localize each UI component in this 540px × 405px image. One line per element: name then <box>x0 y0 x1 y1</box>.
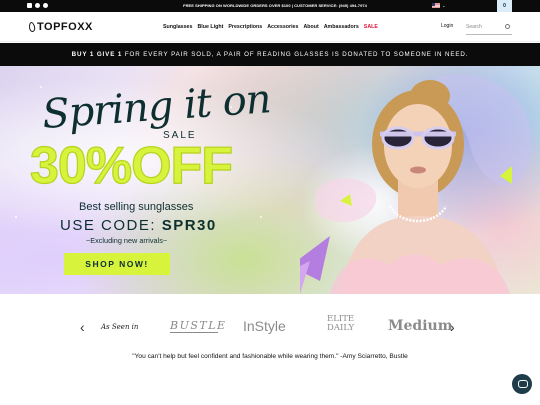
press-quote: "You can't help but feel confident and f… <box>132 353 408 360</box>
us-flag-icon <box>432 3 440 8</box>
nav-item-sunglasses[interactable]: Sunglasses <box>163 24 192 30</box>
fox-logo-icon <box>28 21 36 33</box>
hero-subhead: Best selling sunglasses <box>79 201 194 213</box>
chevron-left-icon[interactable]: ‹ <box>80 319 85 335</box>
login-link[interactable]: Login <box>441 23 453 29</box>
logo[interactable]: TOPFOXX <box>28 21 93 33</box>
hero-exclusion: ~Excluding new arrivals~ <box>86 236 168 245</box>
nav-item-prescriptions[interactable]: Prescriptions <box>228 24 262 30</box>
promo-bar: BUY 1 GIVE 1 FOR EVERY PAIR SOLD, A PAIR… <box>0 43 540 66</box>
instagram-icon[interactable] <box>43 3 48 8</box>
main-nav: TOPFOXX Sunglasses Blue Light Prescripti… <box>0 12 540 42</box>
chevron-right-icon[interactable]: › <box>450 319 455 335</box>
sparkle <box>260 216 262 218</box>
promo-lead: BUY 1 GIVE 1 <box>71 51 123 58</box>
promo-code-value: SPR30 <box>161 217 217 234</box>
announcement-bar: FREE SHIPPING ON WORLDWIDE ORDERS OVER $… <box>0 0 540 12</box>
pinterest-icon[interactable] <box>35 3 40 8</box>
shop-now-button[interactable]: SHOP NOW! <box>64 253 170 275</box>
shipping-message: FREE SHIPPING ON WORLDWIDE ORDERS OVER $… <box>183 3 367 8</box>
nav-menu: Sunglasses Blue Light Prescriptions Acce… <box>163 24 378 30</box>
press-section: ‹ As Seen in BUSTLE InStyle ELITE DAILY M… <box>0 294 540 405</box>
nav-item-about[interactable]: About <box>303 24 318 30</box>
search-placeholder: Search <box>466 24 482 30</box>
press-logo-bustle[interactable]: BUSTLE <box>170 319 227 332</box>
as-seen-in-label: As Seen in <box>101 323 139 331</box>
nav-item-ambassadors[interactable]: Ambassadors <box>324 24 359 30</box>
search-icon[interactable] <box>505 24 510 29</box>
nav-item-blue-light[interactable]: Blue Light <box>197 24 223 30</box>
press-logo-elite-daily[interactable]: ELITE DAILY <box>327 315 354 333</box>
hero-headline: Spring it on <box>40 76 272 138</box>
search-input[interactable]: Search <box>466 21 512 35</box>
hero-banner[interactable]: Spring it on SALE 30%OFF Best selling su… <box>0 66 540 294</box>
nav-item-sale[interactable]: SALE <box>364 24 378 30</box>
sparkle <box>40 86 42 88</box>
facebook-icon[interactable] <box>27 3 32 8</box>
promo-code: USE CODE: SPR30 <box>60 217 217 234</box>
press-logo-medium[interactable]: Medium <box>388 318 453 334</box>
bustle-underline <box>170 332 218 333</box>
hero-discount: 30%OFF <box>29 136 233 195</box>
social-links <box>27 3 48 8</box>
chevron-down-icon: ⌄ <box>442 3 446 8</box>
locale-selector[interactable]: ⌄ <box>432 3 445 8</box>
model-illustration <box>260 74 532 294</box>
model-photo <box>260 66 540 294</box>
promo-code-label: USE CODE: <box>60 217 157 234</box>
chat-icon[interactable] <box>512 374 532 394</box>
promo-text: FOR EVERY PAIR SOLD, A PAIR OF READING G… <box>124 51 469 58</box>
press-logo-instyle[interactable]: InStyle <box>243 318 286 334</box>
sparkle <box>15 216 17 218</box>
cart-button[interactable]: 0 <box>497 0 512 12</box>
cart-count: 0 <box>503 3 506 9</box>
logo-text: TOPFOXX <box>37 21 93 33</box>
nav-item-accessories[interactable]: Accessories <box>267 24 298 30</box>
